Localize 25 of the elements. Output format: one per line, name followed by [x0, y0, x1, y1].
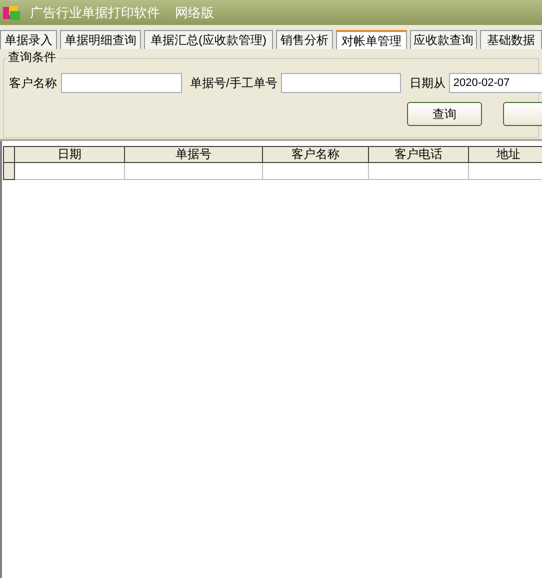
- column-header[interactable]: 日期: [15, 146, 125, 163]
- edition-label: 网络版: [175, 4, 214, 22]
- input-field[interactable]: [281, 73, 402, 93]
- query-button[interactable]: 查询: [407, 102, 482, 126]
- tab[interactable]: 对帐单管理: [336, 30, 407, 49]
- column-header[interactable]: 客户名称: [263, 146, 369, 163]
- tab[interactable]: 单据录入: [0, 30, 57, 49]
- input-field[interactable]: [61, 73, 182, 93]
- column-header[interactable]: 单据号: [125, 146, 263, 163]
- group-title: 查询条件: [7, 51, 57, 63]
- row-header[interactable]: [3, 163, 15, 180]
- app-logo-icon: [3, 4, 21, 20]
- window-title: 广告行业单据打印软件: [30, 4, 160, 22]
- column-header[interactable]: 客户电话: [369, 146, 469, 163]
- tab[interactable]: 销售分析: [276, 30, 333, 49]
- column-header[interactable]: 地址: [469, 146, 542, 163]
- tab[interactable]: 单据明细查询: [60, 30, 141, 49]
- tab[interactable]: 应收款查询: [410, 30, 477, 49]
- row-header-corner: [3, 146, 15, 163]
- tab[interactable]: 基础数据: [480, 30, 542, 49]
- input-field[interactable]: 2020-02-07: [449, 73, 542, 93]
- field-label: 日期从: [409, 75, 446, 92]
- field-label: 客户名称: [9, 75, 57, 92]
- field-label: 单据号/手工单号: [190, 75, 278, 92]
- tab[interactable]: 单据汇总(应收款管理): [144, 30, 273, 49]
